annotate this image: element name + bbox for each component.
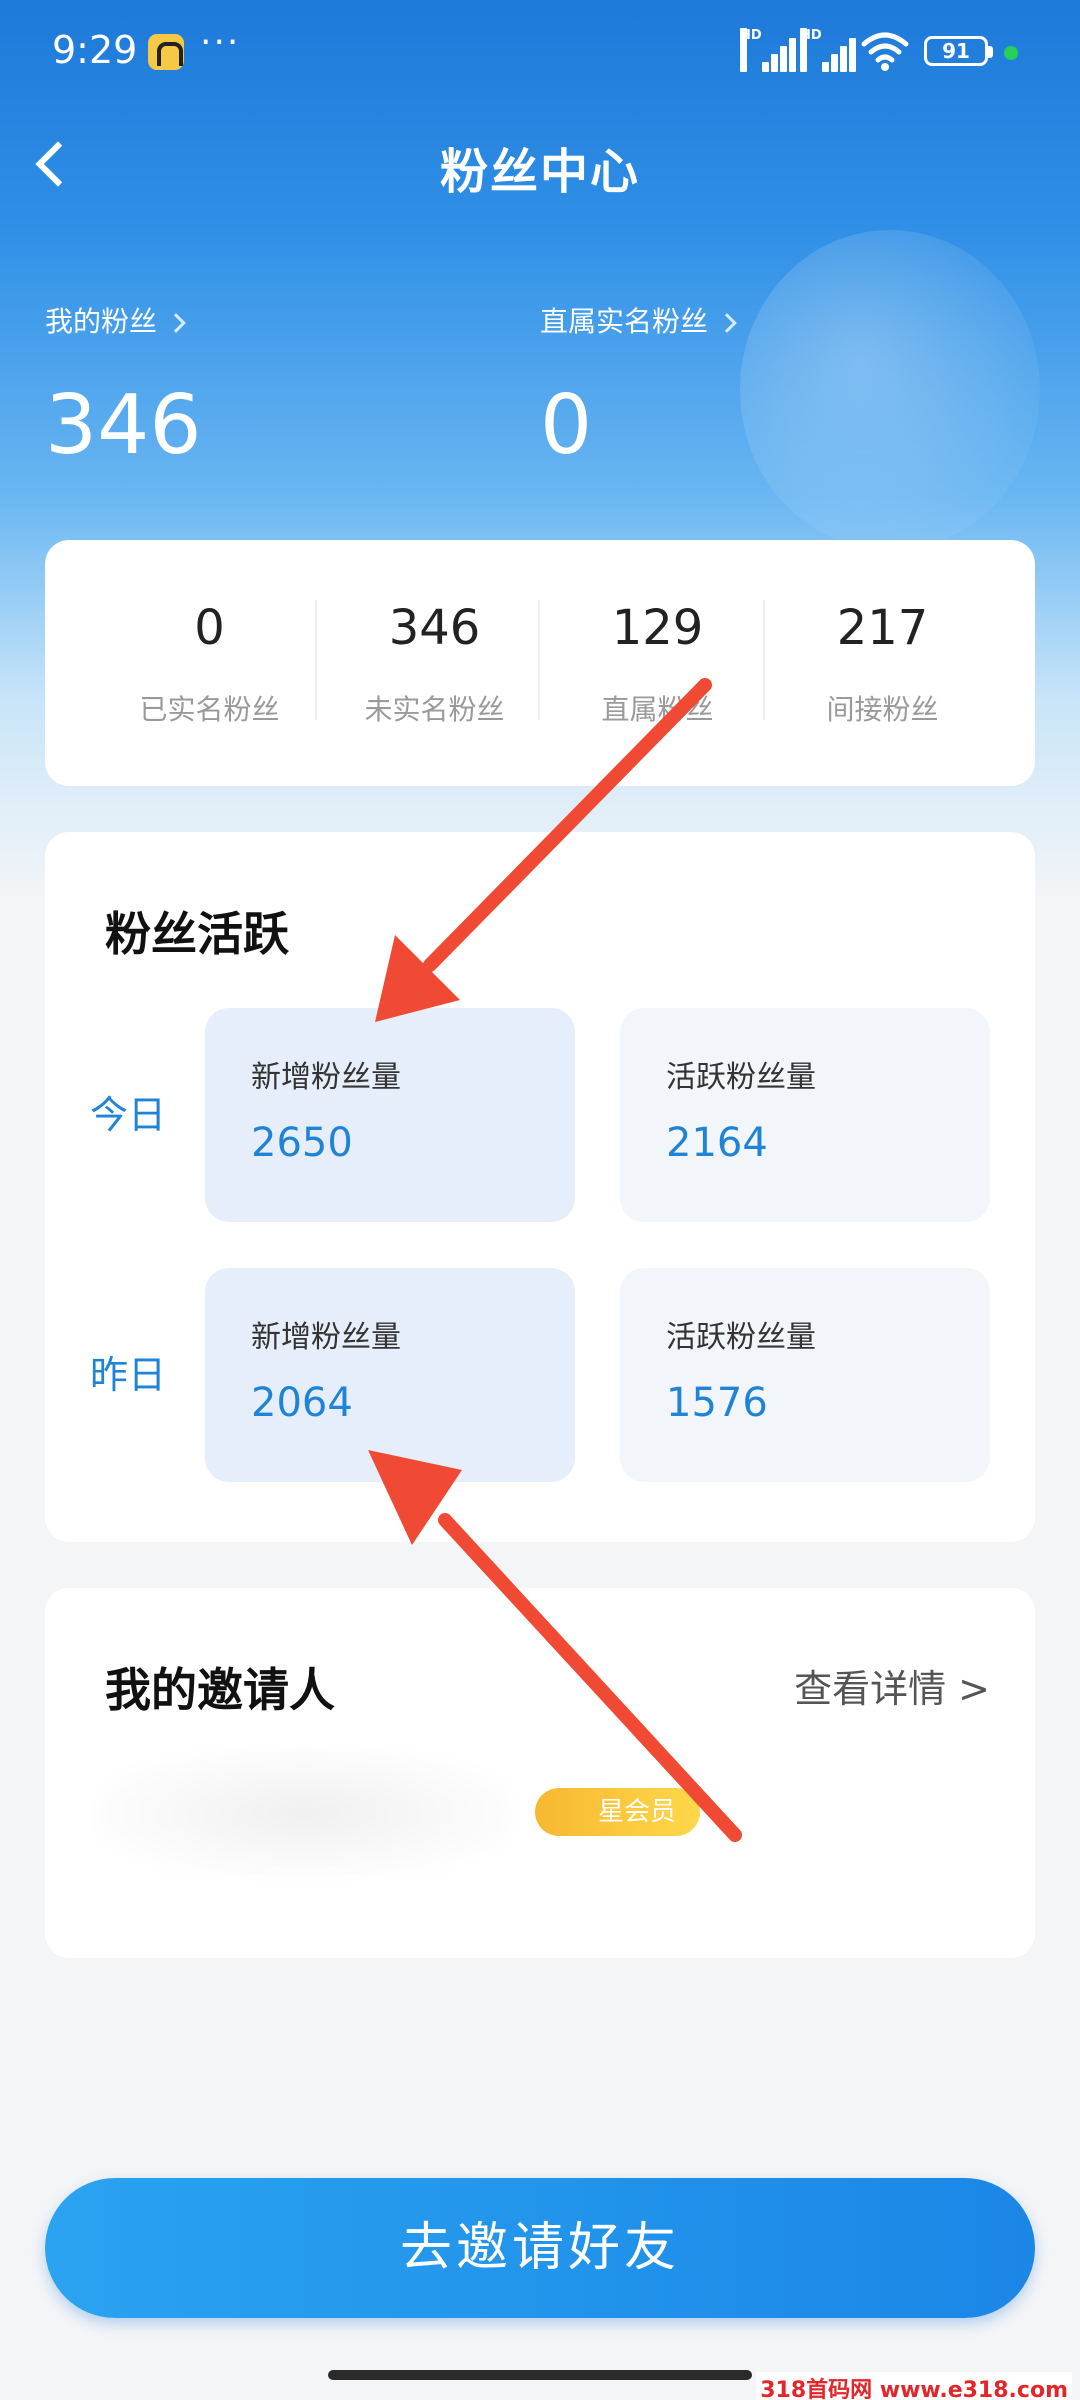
- tile-label: 新增粉丝量: [251, 1060, 401, 1095]
- yesterday-label: 昨日: [90, 1353, 167, 1397]
- wifi-icon: [861, 32, 909, 71]
- divider: [538, 600, 540, 720]
- chevron-right-icon: [166, 313, 186, 333]
- invite-friends-button[interactable]: 去邀请好友: [45, 2178, 1035, 2318]
- stat-label: 直属粉丝: [601, 693, 714, 726]
- tile-label: 新增粉丝量: [251, 1320, 401, 1355]
- watermark: 318首码网 www.e318.com: [756, 2372, 1072, 2400]
- signal-icon-2: HD: [800, 28, 856, 72]
- chevron-right-icon: [717, 313, 737, 333]
- privacy-indicator-dot: [1004, 46, 1018, 60]
- tile-label: 活跃粉丝量: [666, 1060, 816, 1095]
- today-label: 今日: [90, 1093, 167, 1137]
- direct-verified-fans-link[interactable]: 直属实名粉丝: [540, 300, 737, 340]
- battery-tip: [988, 46, 993, 58]
- stat-value: 0: [194, 600, 225, 656]
- view-details-link[interactable]: 查看详情 >: [794, 1658, 990, 1713]
- status-time: 9:29: [52, 28, 138, 72]
- hero-decoration: [740, 230, 1040, 550]
- tile-value: 2164: [666, 1120, 768, 1166]
- fans-stats-card: 0 已实名粉丝 346 未实名粉丝 129 直属粉丝 217 间接粉丝: [45, 540, 1035, 786]
- app-notification-icon: [148, 34, 184, 70]
- my-fans-link[interactable]: 我的粉丝: [45, 300, 186, 340]
- tile-value: 2064: [251, 1380, 353, 1426]
- hd-label: HD: [740, 28, 762, 72]
- stat-indirect-fans: 217 间接粉丝: [770, 540, 995, 786]
- today-active-fans-tile: 活跃粉丝量 2164: [620, 1008, 990, 1222]
- inviter-title: 我的邀请人: [105, 1663, 335, 1717]
- stat-direct-fans: 129 直属粉丝: [545, 540, 770, 786]
- tile-value: 2650: [251, 1120, 353, 1166]
- direct-verified-fans-value: 0: [540, 378, 593, 473]
- stat-verified-fans: 0 已实名粉丝: [97, 540, 322, 786]
- stat-value: 129: [611, 600, 704, 656]
- yesterday-active-fans-tile: 活跃粉丝量 1576: [620, 1268, 990, 1482]
- my-fans-label: 我的粉丝: [45, 305, 158, 338]
- tile-label: 活跃粉丝量: [666, 1320, 816, 1355]
- hd-label-2: HD: [800, 28, 822, 72]
- signal-icon: HD: [740, 28, 796, 72]
- fans-activity-card: 粉丝活跃 今日 新增粉丝量 2650 活跃粉丝量 2164 昨日 新增粉丝量 2…: [45, 832, 1035, 1542]
- page-title: 粉丝中心: [439, 144, 640, 200]
- stat-label: 未实名粉丝: [364, 693, 505, 726]
- divider: [315, 600, 317, 720]
- my-inviter-card: 我的邀请人 查看详情 > 星会员: [45, 1588, 1035, 1958]
- yesterday-new-fans-tile: 新增粉丝量 2064: [205, 1268, 575, 1482]
- activity-title: 粉丝活跃: [105, 907, 289, 961]
- overflow-dots-icon: ···: [200, 22, 241, 63]
- direct-verified-fans-label: 直属实名粉丝: [540, 305, 709, 338]
- stat-value: 346: [388, 600, 481, 656]
- stat-label: 已实名粉丝: [139, 693, 280, 726]
- home-indicator[interactable]: [328, 2370, 752, 2380]
- stat-label: 间接粉丝: [826, 693, 939, 726]
- divider: [763, 600, 765, 720]
- member-badge: 星会员: [535, 1788, 700, 1836]
- today-new-fans-tile: 新增粉丝量 2650: [205, 1008, 575, 1222]
- stat-unverified-fans: 346 未实名粉丝: [322, 540, 547, 786]
- stat-value: 217: [836, 600, 929, 656]
- my-fans-value: 346: [45, 378, 202, 473]
- battery-icon: 91: [924, 36, 988, 66]
- blurred-inviter-info: [95, 1748, 515, 1878]
- tile-value: 1576: [666, 1380, 768, 1426]
- status-bar: 9:29 ··· HD HD 91: [0, 0, 1080, 105]
